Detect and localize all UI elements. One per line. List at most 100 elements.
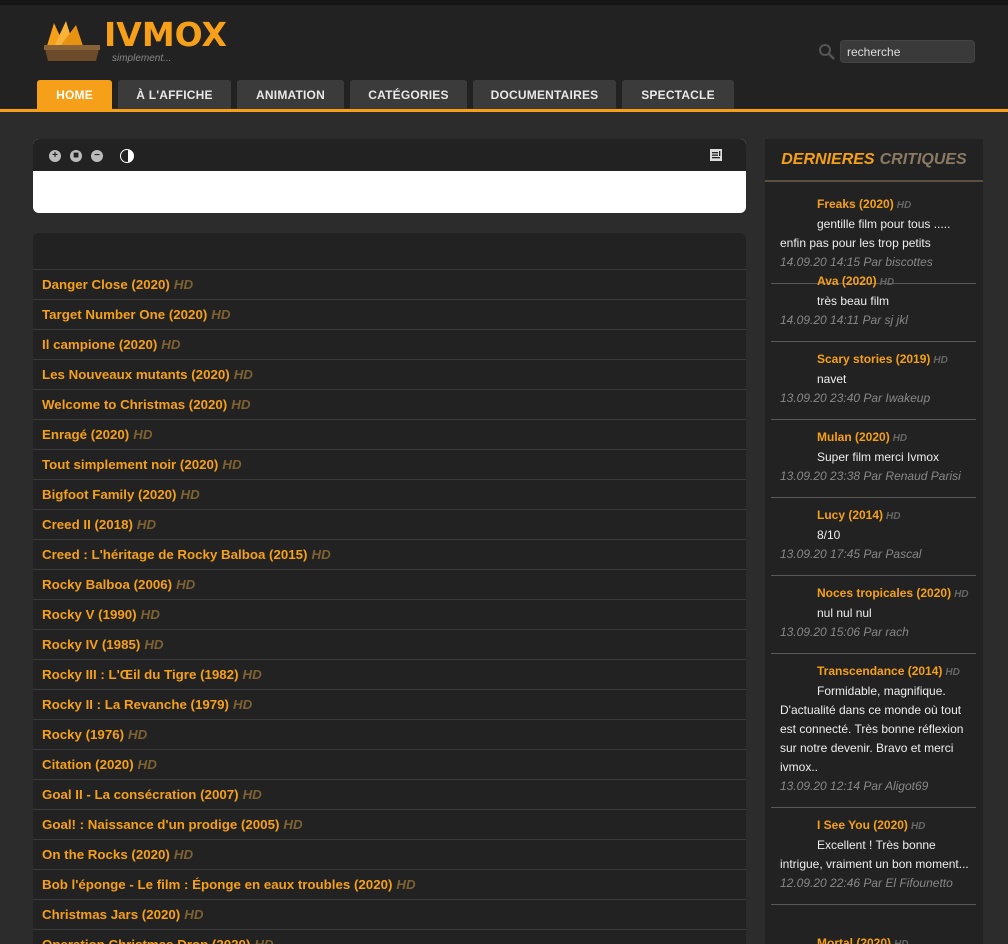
media-player: + ■ −	[33, 139, 746, 213]
review-movie-title[interactable]: Mulan (2020)	[817, 430, 890, 444]
movie-title-link[interactable]: Operation Christmas Drop (2020)	[42, 937, 250, 944]
review-text: 8/10	[817, 528, 841, 542]
movie-title-link[interactable]: Rocky (1976)	[42, 727, 124, 742]
movie-title-link[interactable]: Rocky III : L'Œil du Tigre (1982)	[42, 667, 239, 682]
movie-title-link[interactable]: Welcome to Christmas (2020)	[42, 397, 227, 412]
list-item[interactable]: Rocky IV (1985) HD	[33, 630, 746, 660]
hd-badge: HD	[233, 367, 253, 382]
list-item[interactable]: Enragé (2020) HD	[33, 420, 746, 450]
review-meta: 13.09.20 17:45 Par Pascal	[780, 547, 922, 561]
review-movie-link[interactable]: Mortal (2020)HD	[771, 934, 976, 944]
review-movie-link[interactable]: Ava (2020) HD	[771, 272, 976, 292]
hd-badge: HD	[232, 697, 253, 712]
review-movie-title[interactable]: Scary stories (2019)	[817, 352, 930, 366]
hd-badge: HD	[222, 457, 242, 472]
review-movie-title[interactable]: Freaks (2020)	[817, 197, 894, 211]
site-logo[interactable]: IVMOX simplement...	[44, 17, 227, 67]
list-item[interactable]: Goal II - La consécration (2007) HD	[33, 780, 746, 810]
hd-badge: HD	[254, 937, 273, 944]
list-item[interactable]: Danger Close (2020) HD	[33, 270, 746, 300]
list-item[interactable]: Welcome to Christmas (2020) HD	[33, 390, 746, 420]
review-movie-link[interactable]: Freaks (2020) HD	[771, 195, 976, 215]
movie-title-link[interactable]: Enragé (2020)	[42, 427, 129, 442]
movie-title-link[interactable]: Danger Close (2020)	[42, 277, 170, 292]
tab-documentaires[interactable]: DOCUMENTAIRES	[473, 80, 616, 109]
review-text: Excellent ! Très bonne intrigue, vraimen…	[780, 838, 969, 871]
stop-icon[interactable]: ■	[70, 150, 82, 162]
clock-icon[interactable]	[120, 149, 134, 163]
movie-title-link[interactable]: Bob l'éponge - Le film : Éponge en eaux …	[42, 877, 392, 892]
list-item[interactable]: Rocky III : L'Œil du Tigre (1982) HD	[33, 660, 746, 690]
list-item[interactable]: Rocky II : La Revanche (1979) HD	[33, 690, 746, 720]
hd-badge: HD	[173, 277, 194, 292]
review-item: Transcendance (2014) HD Formidable, magnif…	[771, 662, 976, 808]
search-input[interactable]	[840, 40, 975, 63]
list-item[interactable]: On the Rocks (2020) HD	[33, 840, 746, 870]
list-item[interactable]: Creed : L'héritage de Rocky Balboa (2015…	[33, 540, 746, 570]
movie-title-link[interactable]: Creed II (2018)	[42, 517, 133, 532]
list-item[interactable]: Tout simplement noir (2020) HD	[33, 450, 746, 480]
review-movie-title[interactable]: I See You (2020)	[817, 818, 908, 832]
list-item[interactable]: Operation Christmas Drop (2020) HD	[33, 930, 746, 944]
review-movie-title[interactable]: Lucy (2014)	[817, 508, 883, 522]
hd-badge: HD	[211, 307, 231, 322]
movie-title-link[interactable]: Christmas Jars (2020)	[42, 907, 180, 922]
hd-badge: HD	[180, 487, 200, 502]
movie-title-link[interactable]: Goal! : Naissance d'un prodige (2005)	[42, 817, 279, 832]
playlist-icon[interactable]	[710, 149, 722, 161]
hd-badge: HD	[879, 277, 895, 288]
hd-badge: HD	[954, 589, 969, 600]
review-movie-link[interactable]: Noces tropicales (2020) HD	[771, 584, 976, 604]
list-item[interactable]: Christmas Jars (2020) HD	[33, 900, 746, 930]
tab-spectacle[interactable]: SPECTACLE	[622, 80, 734, 109]
zoom-in-icon[interactable]: +	[49, 150, 61, 162]
tab-a-l-affiche[interactable]: À L'AFFICHE	[118, 80, 231, 109]
zoom-out-icon[interactable]: −	[91, 150, 103, 162]
review-movie-title[interactable]: Mortal (2020)	[817, 936, 891, 944]
search-icon[interactable]	[818, 43, 836, 61]
hd-badge: HD	[176, 577, 196, 592]
movie-title-link[interactable]: Rocky V (1990)	[42, 607, 137, 622]
review-meta: 13.09.20 12:14 Par Aligot69	[780, 779, 929, 793]
movie-title-link[interactable]: Bigfoot Family (2020)	[42, 487, 176, 502]
list-item[interactable]: Rocky V (1990) HD	[33, 600, 746, 630]
review-movie-link[interactable]: Transcendance (2014) HD	[771, 662, 976, 682]
list-item[interactable]: Bigfoot Family (2020) HD	[33, 480, 746, 510]
hd-badge: HD	[173, 847, 194, 862]
movie-title-link[interactable]: Creed : L'héritage de Rocky Balboa (2015…	[42, 547, 308, 562]
movie-title-link[interactable]: Citation (2020)	[42, 757, 134, 772]
movie-title-link[interactable]: On the Rocks (2020)	[42, 847, 170, 862]
review-movie-link[interactable]: Mulan (2020) HD	[771, 428, 976, 448]
review-movie-title[interactable]: Noces tropicales (2020)	[817, 586, 951, 600]
list-item[interactable]: Bob l'éponge - Le film : Éponge en eaux …	[33, 870, 746, 900]
review-text: Super film merci Ivmox	[817, 450, 940, 464]
list-item[interactable]: Rocky (1976) HD	[33, 720, 746, 750]
hd-badge: HD	[283, 817, 303, 832]
review-movie-link[interactable]: Lucy (2014) HD	[771, 506, 976, 526]
review-movie-link[interactable]: Scary stories (2019) HD	[771, 350, 976, 370]
movie-title-link[interactable]: Rocky IV (1985)	[42, 637, 140, 652]
list-item[interactable]: Les Nouveaux mutants (2020) HD	[33, 360, 746, 390]
movie-title-link[interactable]: Tout simplement noir (2020)	[42, 457, 218, 472]
movie-title-link[interactable]: Les Nouveaux mutants (2020)	[42, 367, 230, 382]
movie-title-link[interactable]: Target Number One (2020)	[42, 307, 207, 322]
list-item[interactable]: Goal! : Naissance d'un prodige (2005) HD	[33, 810, 746, 840]
review-movie-link[interactable]: I See You (2020) HD	[771, 816, 976, 836]
list-item[interactable]: Creed II (2018) HD	[33, 510, 746, 540]
list-item[interactable]: Citation (2020) HD	[33, 750, 746, 780]
hd-badge: HD	[894, 939, 908, 944]
list-item[interactable]: Target Number One (2020) HD	[33, 300, 746, 330]
tab-home[interactable]: HOME	[37, 80, 112, 109]
review-item: Noces tropicales (2020) HD nul nul nul 13.0…	[771, 584, 976, 654]
movie-title-link[interactable]: Rocky Balboa (2006)	[42, 577, 172, 592]
movie-title-link[interactable]: Goal II - La consécration (2007)	[42, 787, 239, 802]
list-item[interactable]: Rocky Balboa (2006) HD	[33, 570, 746, 600]
review-movie-title[interactable]: Transcendance (2014)	[817, 664, 942, 678]
movie-title-link[interactable]: Rocky II : La Revanche (1979)	[42, 697, 229, 712]
tab-categories[interactable]: CATÉGORIES	[350, 80, 467, 109]
review-movie-title[interactable]: Ava (2020)	[817, 274, 877, 288]
tab-animation[interactable]: ANIMATION	[237, 80, 344, 109]
list-item[interactable]: Il campione (2020) HD	[33, 330, 746, 360]
movie-title-link[interactable]: Il campione (2020)	[42, 337, 157, 352]
review-item: Mulan (2020) HD Super film merci Ivmox 13.0…	[771, 428, 976, 498]
